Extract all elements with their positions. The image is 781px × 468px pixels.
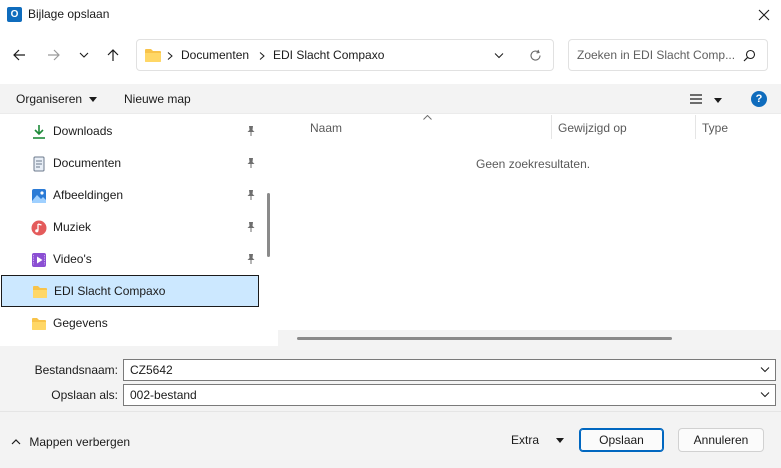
nav-item-videos[interactable]: Video's bbox=[0, 243, 262, 275]
extra-menu-button[interactable]: Extra bbox=[511, 433, 565, 447]
recent-locations-button[interactable] bbox=[72, 43, 96, 67]
forward-button[interactable] bbox=[42, 43, 66, 67]
outlook-app-icon: O bbox=[7, 7, 22, 22]
extra-label: Extra bbox=[511, 433, 540, 447]
caret-down-icon bbox=[89, 97, 98, 103]
saveas-value: 002-bestand bbox=[130, 388, 197, 402]
nav-item-documenten[interactable]: Documenten bbox=[0, 147, 262, 179]
chevron-down-icon[interactable] bbox=[760, 391, 770, 399]
pin-icon[interactable] bbox=[245, 189, 257, 201]
pictures-icon bbox=[32, 189, 46, 203]
navigation-scrollbar[interactable] bbox=[263, 114, 277, 346]
list-view-icon bbox=[690, 94, 702, 104]
address-bar[interactable]: Documenten EDI Slacht Compaxo bbox=[136, 39, 554, 71]
filename-value: CZ5642 bbox=[130, 363, 173, 377]
pin-icon[interactable] bbox=[245, 157, 257, 169]
search-placeholder: Zoeken in EDI Slacht Comp... bbox=[577, 48, 736, 62]
navigation-scrollbar-thumb[interactable] bbox=[267, 193, 270, 257]
hide-folders-button[interactable]: Mappen verbergen bbox=[11, 435, 130, 449]
filename-label: Bestandsnaam: bbox=[34, 363, 118, 377]
view-options-button[interactable] bbox=[689, 93, 723, 108]
nav-item-gegevens[interactable]: Gegevens bbox=[0, 307, 262, 339]
folder-icon bbox=[33, 286, 47, 298]
help-icon[interactable]: ? bbox=[751, 91, 767, 107]
back-button[interactable] bbox=[7, 43, 31, 67]
breadcrumb-documenten[interactable]: Documenten bbox=[181, 48, 249, 62]
title-bar bbox=[0, 0, 781, 30]
caret-down-icon bbox=[556, 438, 565, 444]
pin-icon[interactable] bbox=[245, 125, 257, 137]
download-icon bbox=[33, 125, 45, 139]
sort-up-icon bbox=[423, 115, 432, 120]
nav-item-label: Documenten bbox=[53, 156, 122, 170]
nav-item-label: Video's bbox=[53, 252, 92, 266]
empty-results-message: Geen zoekresultaten. bbox=[476, 157, 591, 171]
filename-input[interactable]: CZ5642 bbox=[123, 359, 776, 381]
nav-item-edi-slacht-compaxo[interactable]: EDI Slacht Compaxo bbox=[1, 275, 259, 307]
chevron-down-icon[interactable] bbox=[494, 52, 504, 60]
close-button[interactable] bbox=[752, 4, 776, 26]
column-divider[interactable] bbox=[695, 115, 696, 139]
column-header-type[interactable]: Type bbox=[702, 121, 728, 135]
search-input[interactable]: Zoeken in EDI Slacht Comp... bbox=[568, 39, 768, 71]
arrow-left-icon bbox=[13, 49, 25, 61]
breadcrumb-current-folder[interactable]: EDI Slacht Compaxo bbox=[273, 48, 384, 62]
footer-divider bbox=[0, 411, 781, 412]
chevron-down-icon[interactable] bbox=[760, 366, 770, 374]
navigation-pane: Downloads Documenten Afbeeldingen Muziek… bbox=[0, 114, 262, 346]
video-icon bbox=[32, 253, 46, 267]
saveas-type-select[interactable]: 002-bestand bbox=[123, 384, 776, 406]
music-icon bbox=[31, 220, 47, 236]
cancel-button[interactable]: Annuleren bbox=[678, 428, 764, 452]
arrow-right-icon bbox=[48, 49, 60, 61]
nav-item-label: Muziek bbox=[53, 220, 92, 234]
file-list-pane bbox=[278, 114, 781, 346]
nav-item-label: Afbeeldingen bbox=[53, 188, 124, 202]
nav-item-muziek[interactable]: Muziek bbox=[0, 211, 262, 243]
new-folder-button[interactable]: Nieuwe map bbox=[124, 92, 191, 106]
folder-icon bbox=[145, 49, 161, 62]
up-button[interactable] bbox=[101, 43, 125, 67]
chevron-up-icon bbox=[11, 439, 21, 445]
caret-down-icon bbox=[714, 98, 723, 103]
column-divider[interactable] bbox=[551, 115, 552, 139]
column-header-modified[interactable]: Gewijzigd op bbox=[558, 121, 627, 135]
nav-item-label: Downloads bbox=[53, 124, 113, 138]
nav-item-label: EDI Slacht Compaxo bbox=[54, 284, 166, 298]
document-icon bbox=[33, 156, 45, 172]
folder-icon bbox=[32, 318, 46, 330]
window-title: Bijlage opslaan bbox=[28, 7, 110, 21]
refresh-icon[interactable] bbox=[529, 49, 542, 62]
search-icon[interactable] bbox=[743, 49, 756, 62]
horizontal-scrollbar-thumb[interactable] bbox=[297, 337, 672, 340]
saveas-label: Opslaan als: bbox=[51, 388, 118, 402]
pin-icon[interactable] bbox=[245, 253, 257, 265]
nav-item-label: Gegevens bbox=[53, 316, 108, 330]
chevron-down-icon bbox=[79, 52, 89, 58]
chevron-right-icon bbox=[167, 52, 173, 60]
organize-label: Organiseren bbox=[16, 92, 83, 106]
nav-item-afbeeldingen[interactable]: Afbeeldingen bbox=[0, 179, 262, 211]
hide-folders-label: Mappen verbergen bbox=[29, 435, 131, 449]
chevron-right-icon bbox=[259, 52, 265, 60]
command-bar bbox=[0, 84, 781, 114]
column-header-name[interactable]: Naam bbox=[310, 121, 342, 135]
close-icon bbox=[758, 9, 770, 21]
nav-item-downloads[interactable]: Downloads bbox=[0, 115, 262, 147]
arrow-up-icon bbox=[107, 49, 119, 61]
save-button[interactable]: Opslaan bbox=[579, 428, 664, 452]
pin-icon[interactable] bbox=[245, 221, 257, 233]
organize-menu-button[interactable]: Organiseren bbox=[16, 92, 98, 106]
